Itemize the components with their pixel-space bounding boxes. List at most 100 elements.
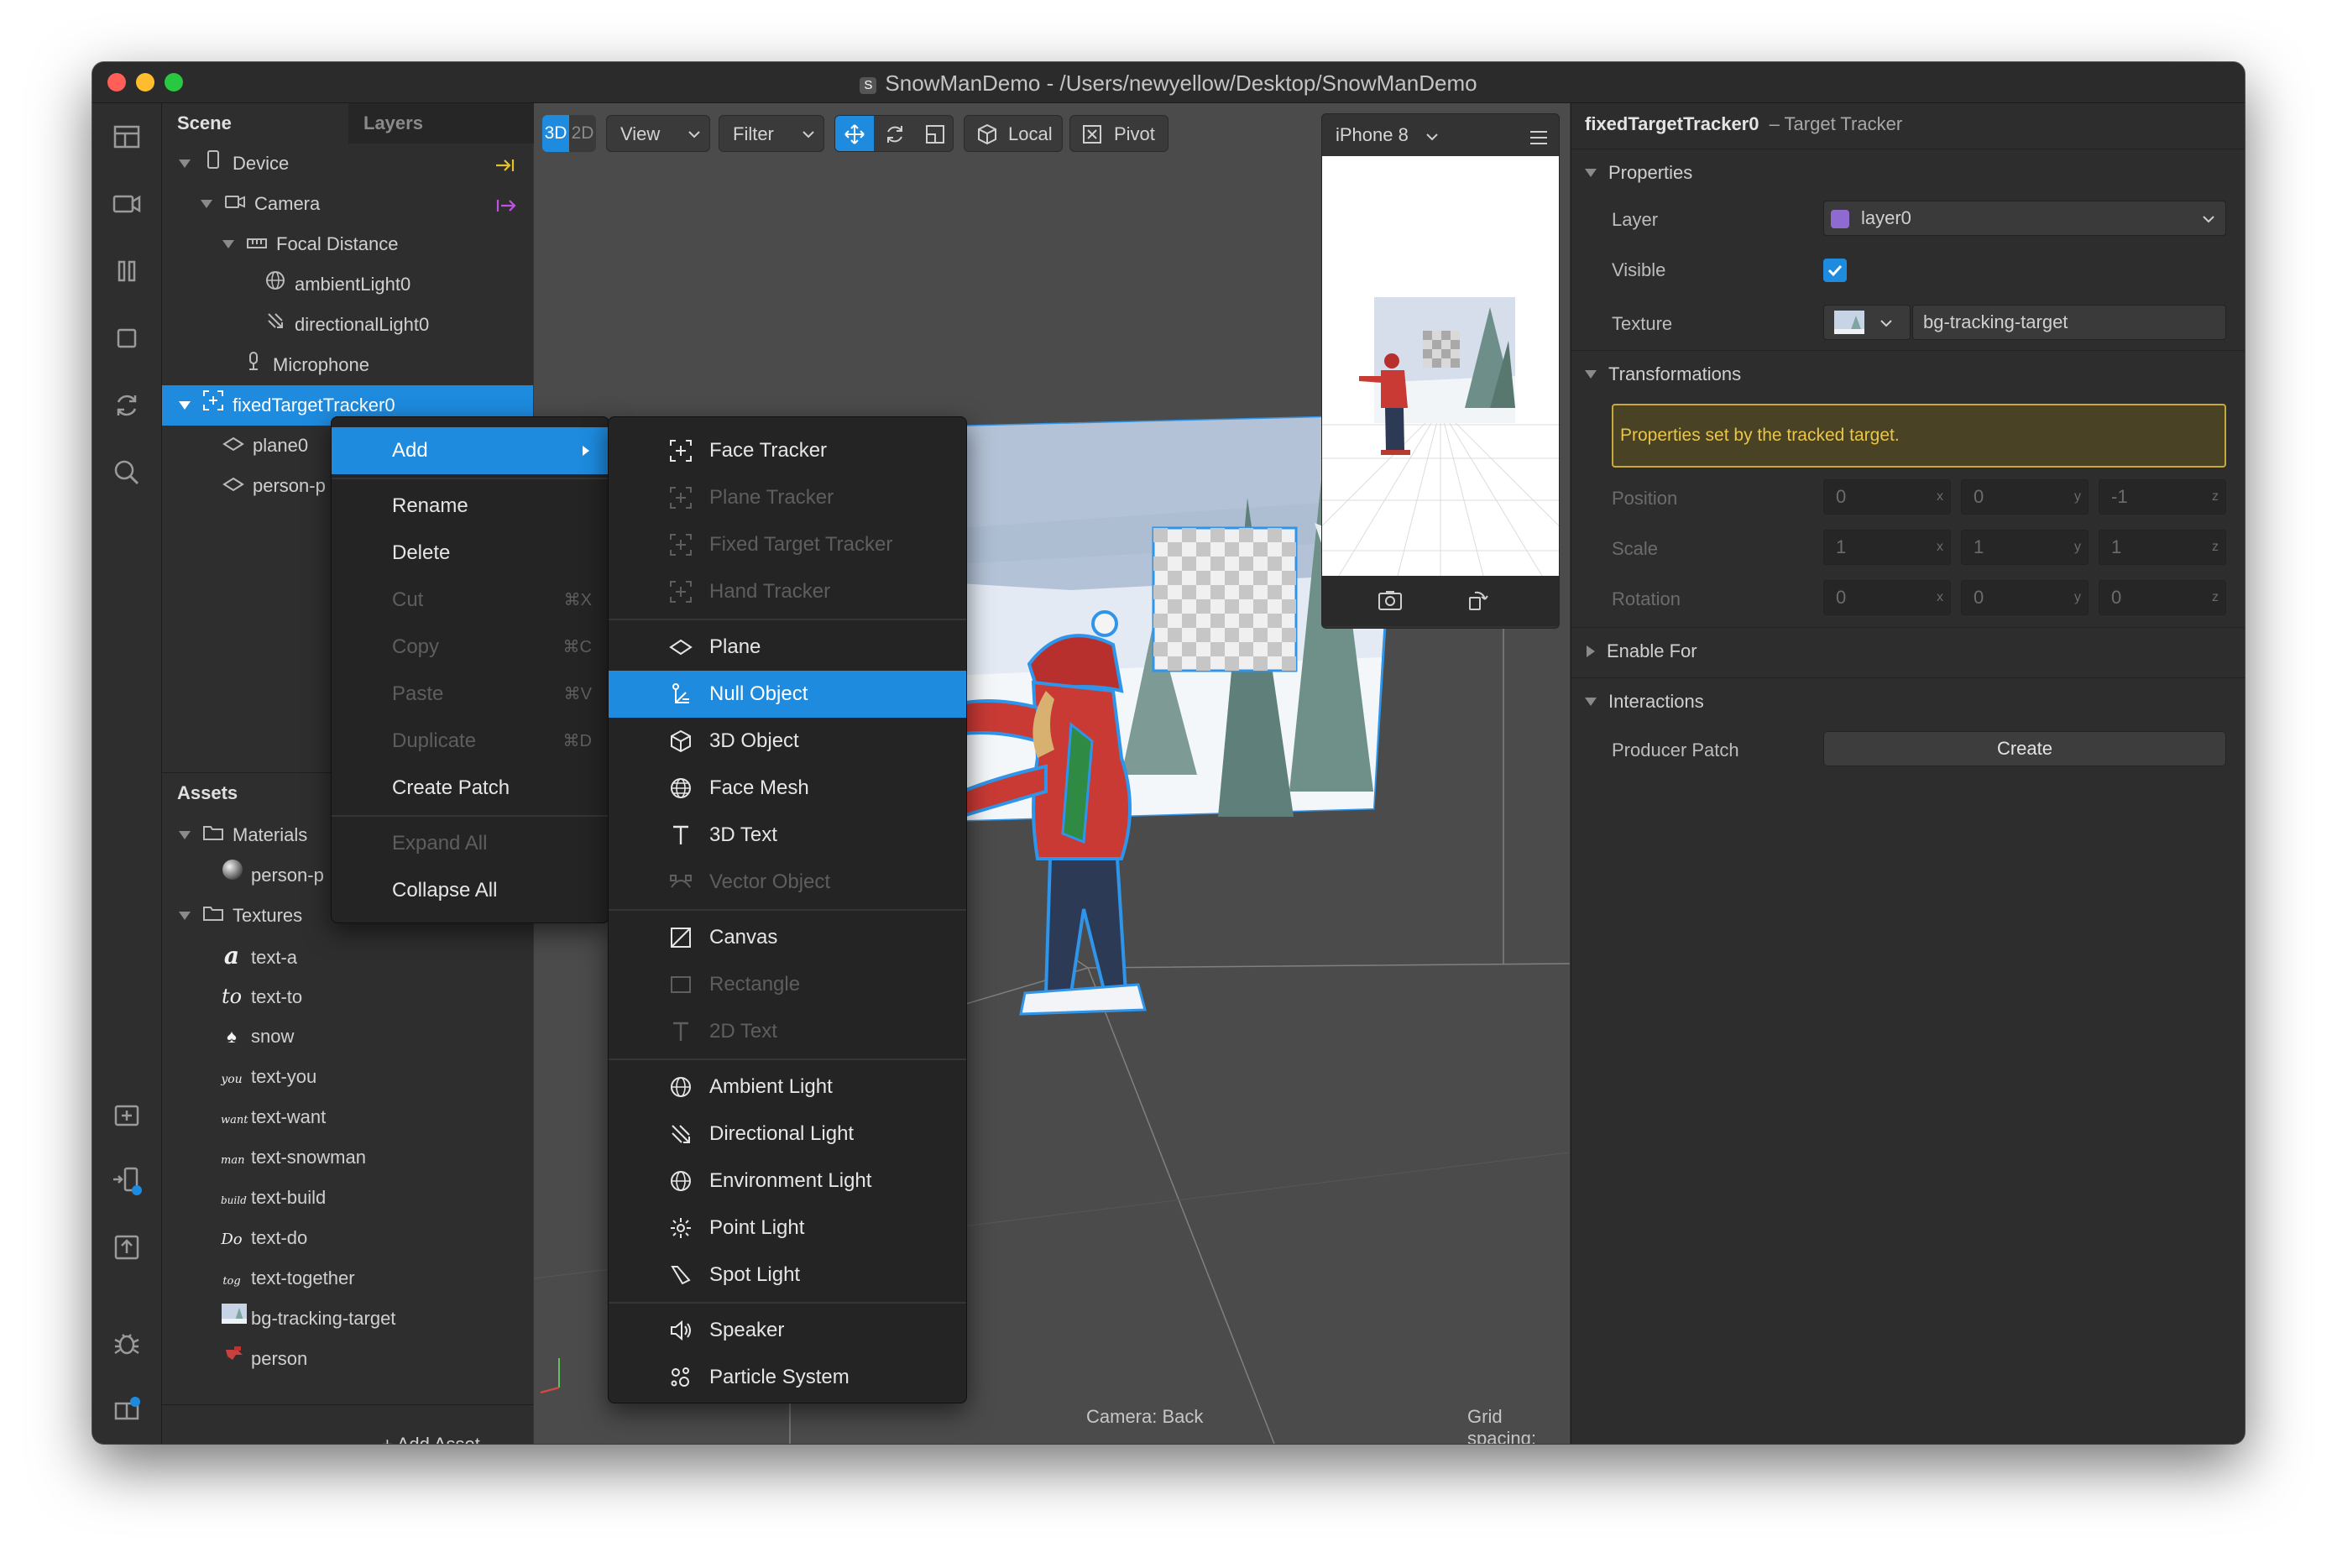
expand-arrow-icon[interactable] [222,240,234,248]
position-z-field: -1 z [2099,479,2226,515]
menu-item-null-object[interactable]: Null Object [609,671,966,718]
search-icon[interactable] [110,456,144,489]
menu-item-particle-system[interactable]: Particle System [609,1354,966,1401]
phone-icon [202,144,224,184]
tree-item-camera[interactable]: Camera [201,184,320,224]
tree-item-person[interactable]: person-p [222,466,326,506]
section-properties[interactable]: Properties [1571,149,2245,196]
sphere-material-icon [221,855,243,896]
menu-separator [609,909,966,911]
menu-item-rename[interactable]: Rename [332,483,609,530]
video-camera-icon[interactable] [110,187,144,221]
tree-item-ambient-light[interactable]: ambientLight0 [264,264,410,305]
collapse-arrow-icon[interactable] [1585,370,1597,379]
asset-texture[interactable]: want text-want [221,1097,326,1137]
expand-arrow-icon[interactable] [1587,645,1595,657]
simulator-controls [1322,576,1559,626]
expand-arrow-icon[interactable] [179,831,191,839]
book-icon[interactable] [110,1393,144,1427]
section-enable-for[interactable]: Enable For [1571,627,2245,675]
add-folder-icon[interactable] [110,1098,144,1132]
layout-icon[interactable] [110,120,144,154]
menu-item-delete[interactable]: Delete [332,530,609,577]
canvas-icon [671,928,691,948]
snap-to-camera-icon [496,200,516,212]
asset-texture[interactable]: ♠ snow [221,1017,294,1057]
device-selector[interactable]: iPhone 8 [1336,124,1439,146]
asset-texture[interactable]: a text-a [221,936,297,976]
tab-layers[interactable]: Layers [348,103,548,144]
tree-item-device[interactable]: Device [179,144,289,184]
folder-materials[interactable]: Materials [179,815,307,855]
asset-texture[interactable]: to text-to [221,976,302,1017]
rotate-device-icon[interactable] [1465,588,1490,613]
hamburger-menu-icon[interactable] [1529,129,1549,146]
menu-item-ambient-light[interactable]: Ambient Light [609,1064,966,1111]
add-asset-button[interactable]: + Add Asset [382,1424,480,1444]
tree-item-microphone[interactable]: Microphone [222,345,369,385]
asset-texture[interactable]: tog text-together [221,1258,354,1299]
menu-item-3d-object[interactable]: 3D Object [609,718,966,765]
mode-3d-button[interactable]: 3D [542,115,569,152]
folder-textures[interactable]: Textures [179,896,302,936]
menu-item-point-light[interactable]: Point Light [609,1205,966,1252]
visible-checkbox[interactable] [1823,259,1847,282]
cube-icon [978,123,996,145]
menu-item-directional-light[interactable]: Directional Light [609,1111,966,1158]
rotate-tool-icon[interactable] [884,123,906,145]
menu-item-face-tracker[interactable]: Face Tracker [609,427,966,474]
texture-name-field[interactable]: bg-tracking-target [1912,305,2226,340]
pause-columns-icon[interactable] [110,254,144,288]
expand-arrow-icon[interactable] [179,401,191,410]
asset-texture[interactable]: man text-snowman [221,1137,366,1178]
upload-icon[interactable] [110,1230,144,1263]
expand-arrow-icon[interactable] [179,912,191,920]
simulator-screen[interactable] [1322,156,1559,576]
collapse-arrow-icon[interactable] [1585,698,1597,706]
local-space-button[interactable]: Local [964,115,1063,152]
create-patch-button[interactable]: Create [1823,731,2226,766]
menu-item-face-mesh[interactable]: Face Mesh [609,765,966,812]
menu-item-create-patch[interactable]: Create Patch [332,765,609,812]
expand-arrow-icon[interactable] [201,200,212,208]
asset-texture-person[interactable]: person [221,1339,307,1379]
texture-picker[interactable] [1823,305,1911,340]
section-interactions[interactable]: Interactions [1571,677,2245,725]
expand-arrow-icon[interactable] [179,159,191,168]
scale-tool-icon[interactable] [924,123,946,145]
submenu-arrow-icon [583,446,589,456]
menu-item-collapse-all[interactable]: Collapse All [332,867,609,914]
asset-texture[interactable]: you text-you [221,1057,316,1097]
asset-material-person[interactable]: person-p [221,855,324,896]
menu-item-environment-light[interactable]: Environment Light [609,1158,966,1205]
move-tool-button[interactable] [835,116,874,151]
inspector-panel: fixedTargetTracker0 – Target Tracker Pro… [1571,103,2245,1444]
tree-item-focal-distance[interactable]: Focal Distance [222,224,399,264]
asset-texture[interactable]: build text-build [221,1178,326,1218]
menu-item-3d-text[interactable]: 3D Text [609,812,966,859]
tab-scene[interactable]: Scene [162,103,353,144]
filter-dropdown[interactable]: Filter [719,115,824,152]
mode-2d-button[interactable]: 2D [569,115,596,152]
menu-item-speaker[interactable]: Speaker [609,1307,966,1354]
refresh-icon[interactable] [110,389,144,422]
point-light-icon [671,1218,691,1238]
asset-texture-bg-tracking-target[interactable]: bg-tracking-target [221,1299,395,1339]
square-icon[interactable] [110,321,144,355]
section-transformations[interactable]: Transformations [1571,350,2245,398]
asset-texture[interactable]: Do text-do [221,1218,307,1258]
menu-item-add[interactable]: Add [332,427,609,474]
pivot-button[interactable]: Pivot [1069,115,1168,152]
menu-item-canvas[interactable]: Canvas [609,914,966,961]
menu-item-plane[interactable]: Plane [609,624,966,671]
tree-item-plane0[interactable]: plane0 [222,426,308,466]
bug-icon[interactable] [110,1326,144,1360]
screenshot-icon[interactable] [1378,589,1403,611]
menu-item-spot-light[interactable]: Spot Light [609,1252,966,1299]
device-preview-icon[interactable] [110,1163,144,1197]
layer-dropdown[interactable]: layer0 [1823,201,2226,236]
collapse-arrow-icon[interactable] [1585,169,1597,177]
view-dropdown[interactable]: View [606,115,710,152]
add-submenu: Face Tracker Plane Tracker Fixed Target … [608,416,967,1403]
tree-item-directional-light[interactable]: directionalLight0 [264,305,429,345]
